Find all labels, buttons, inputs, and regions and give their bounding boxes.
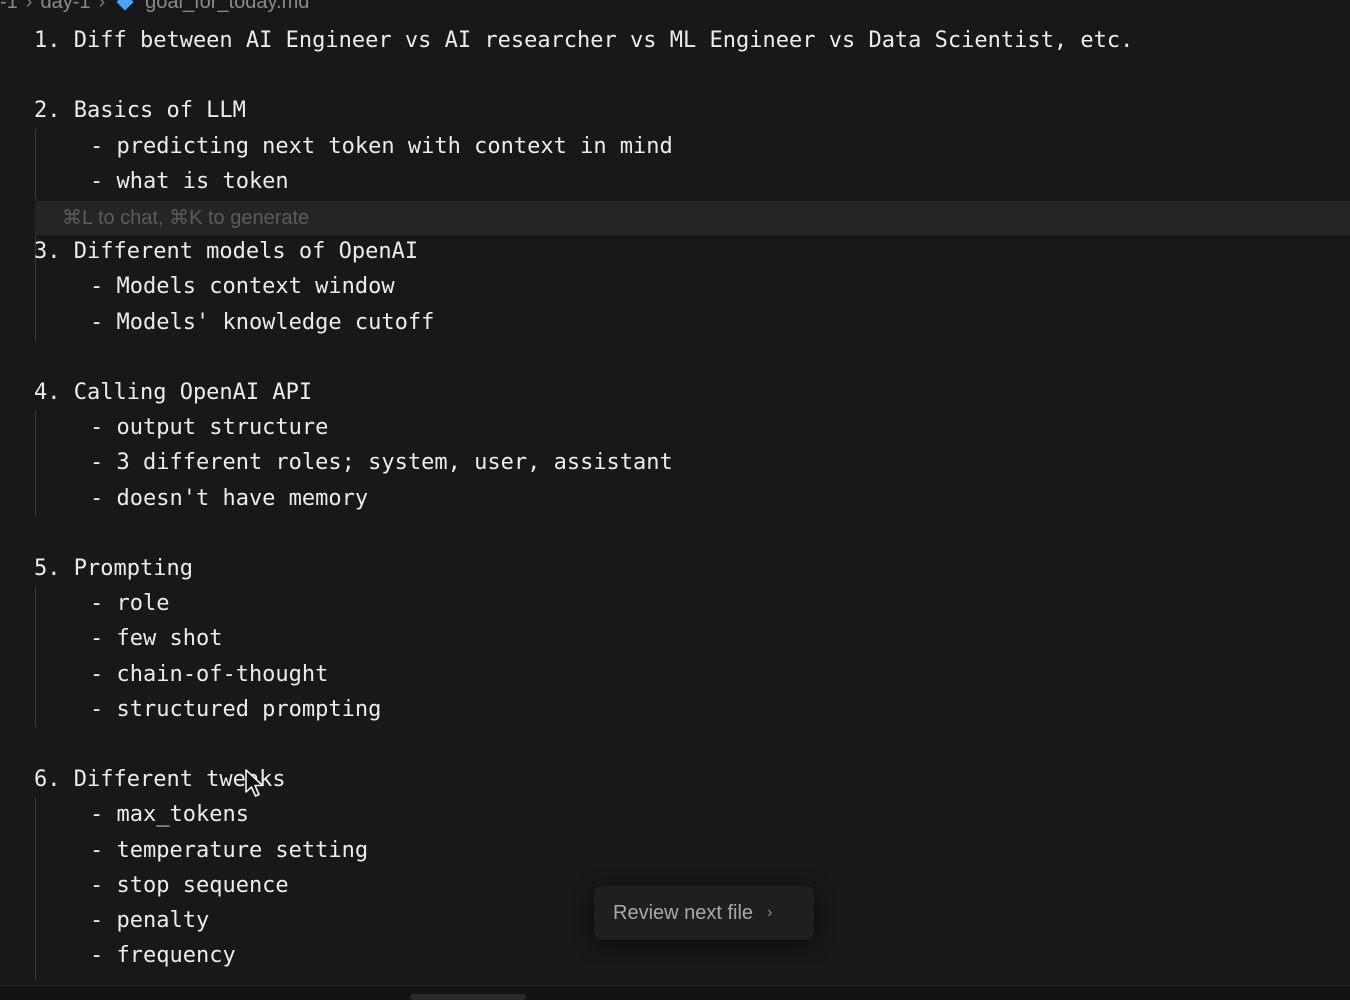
ai-shortcut-hint: ⌘L to chat, ⌘K to generate bbox=[62, 207, 310, 229]
editor-line[interactable]: 1. Diff between AI Engineer vs AI resear… bbox=[34, 26, 1133, 56]
editor-line[interactable]: - frequency bbox=[90, 941, 236, 971]
editor-line[interactable]: 2. Basics of LLM bbox=[34, 96, 246, 126]
horizontal-scrollbar[interactable] bbox=[410, 994, 526, 1000]
editor-line[interactable]: - what is token bbox=[90, 167, 289, 197]
editor-line[interactable]: - Models context window bbox=[90, 272, 395, 302]
bottom-panel-edge bbox=[0, 985, 1350, 1000]
editor-line[interactable]: - temperature setting bbox=[90, 836, 368, 866]
editor-line[interactable]: - Models' knowledge cutoff bbox=[90, 308, 434, 338]
editor-line[interactable]: - penalty bbox=[90, 906, 209, 936]
code-editor[interactable]: ⌘L to chat, ⌘K to generate 1. Diff betwe… bbox=[0, 0, 1350, 985]
editor-line[interactable]: - 3 different roles; system, user, assis… bbox=[90, 448, 673, 478]
editor-line[interactable]: - structured prompting bbox=[90, 695, 381, 725]
editor-line[interactable]: - doesn't have memory bbox=[90, 484, 368, 514]
indent-guide bbox=[35, 798, 36, 980]
editor-line[interactable]: - stop sequence bbox=[90, 871, 289, 901]
review-next-file-label: Review next file bbox=[613, 901, 754, 924]
chevron-right-icon: › bbox=[767, 904, 773, 921]
indent-guide bbox=[35, 129, 36, 199]
editor-line[interactable]: - role bbox=[90, 589, 169, 619]
editor-line[interactable]: - output structure bbox=[90, 413, 328, 443]
editor-line[interactable]: 5. Prompting bbox=[34, 554, 193, 584]
editor-line[interactable]: - max_tokens bbox=[90, 800, 249, 830]
editor-line[interactable]: 3. Different models of OpenAI bbox=[34, 237, 418, 267]
indent-guide bbox=[35, 587, 36, 727]
editor-line[interactable]: 4. Calling OpenAI API bbox=[34, 378, 312, 408]
editor-line[interactable]: - predicting next token with context in … bbox=[90, 132, 673, 162]
editor-line[interactable]: - chain-of-thought bbox=[90, 660, 328, 690]
mouse-pointer-icon bbox=[245, 769, 264, 797]
indent-guide bbox=[35, 410, 36, 516]
inline-hint-row: ⌘L to chat, ⌘K to generate bbox=[35, 201, 1350, 235]
review-next-file-button[interactable]: Review next file › bbox=[594, 886, 814, 940]
editor-line[interactable]: - few shot bbox=[90, 624, 222, 654]
